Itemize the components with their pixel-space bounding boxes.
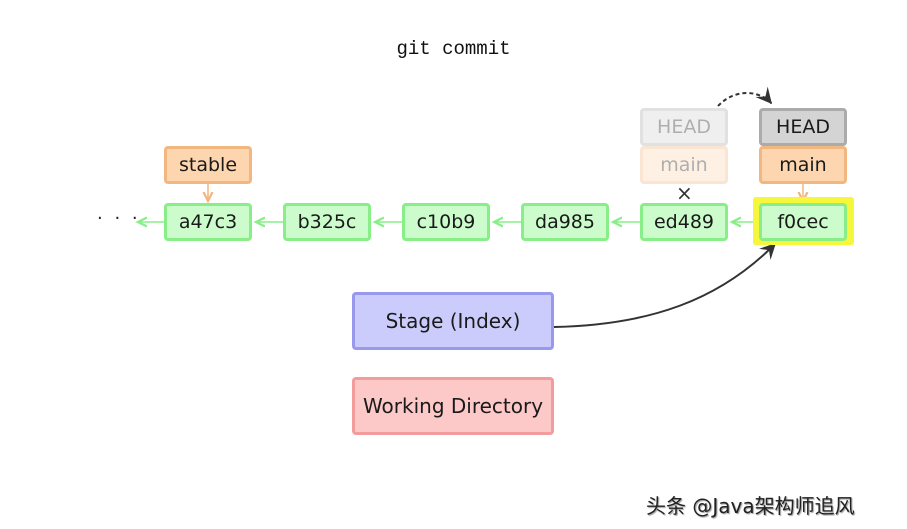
commit-node: da985 (521, 203, 609, 241)
commit-node-new: f0cec (759, 203, 847, 241)
branch-main: main (759, 146, 847, 184)
branch-main-old: main (640, 146, 728, 184)
head-label: HEAD (759, 108, 847, 146)
commit-node: b325c (283, 203, 371, 241)
commit-node: ed489 (640, 203, 728, 241)
removed-marker: × (676, 181, 693, 205)
commit-node: c10b9 (402, 203, 490, 241)
head-label-old: HEAD (640, 108, 728, 146)
connectors (0, 86, 907, 328)
ellipsis: · · · (97, 208, 141, 229)
working-directory-area: Working Directory (352, 377, 554, 435)
watermark: 头条 @Java架构师追风 (646, 494, 855, 518)
branch-stable: stable (164, 146, 252, 184)
head-move-arrow (717, 86, 773, 107)
stage-area: Stage (Index) (352, 292, 554, 350)
commit-arrow (553, 242, 777, 328)
commit-node: a47c3 (164, 203, 252, 241)
